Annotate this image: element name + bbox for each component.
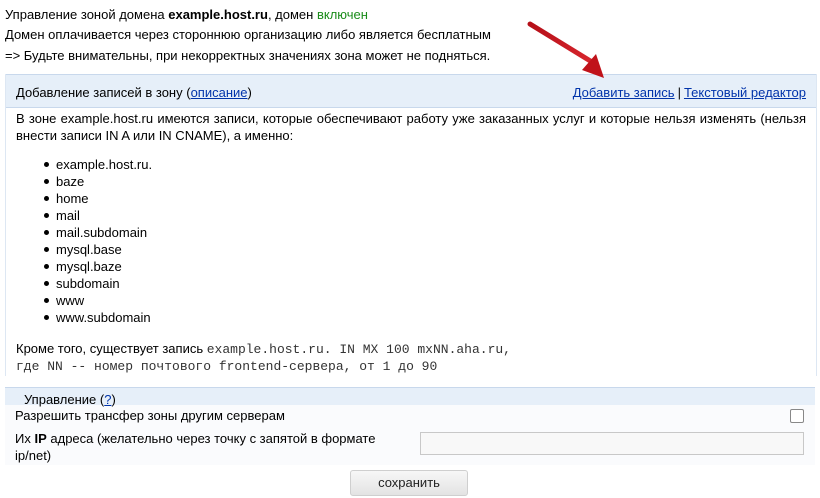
ip-label-prefix: Их xyxy=(15,431,31,446)
text-editor-link[interactable]: Текстовый редактор xyxy=(684,85,806,100)
list-item: baze xyxy=(39,173,152,190)
ip-label: Их IP адреса (желательно через точку с з… xyxy=(15,430,375,464)
ip-label-line2: ip/net) xyxy=(15,448,52,463)
mx-record-note: Кроме того, существует запись example.ho… xyxy=(16,340,511,375)
zone-transfer-label: Разрешить трансфер зоны другим серверам xyxy=(15,408,285,423)
status-prefix: , домен xyxy=(267,7,314,22)
link-separator: | xyxy=(677,85,681,100)
warning-note: => Будьте внимательны, при некорректных … xyxy=(5,48,491,63)
panel-title-text: Добавление записей в зону xyxy=(16,85,183,100)
save-button[interactable]: сохранить xyxy=(350,470,468,496)
list-item: mail xyxy=(39,207,152,224)
mx-record-explanation: где NN -- номер почтового frontend-серве… xyxy=(16,359,438,374)
add-records-header: Добавление записей в зону (описание) Доб… xyxy=(6,74,816,108)
ip-label-rest: адреса (желательно через точку с запятой… xyxy=(50,431,376,446)
list-item: www xyxy=(39,292,152,309)
list-item: mail.subdomain xyxy=(39,224,152,241)
ip-address-input[interactable] xyxy=(420,432,804,455)
zone-header: Управление зоной домена example.host.ru,… xyxy=(5,7,368,23)
zone-prefix: Управление зоной домена xyxy=(5,7,165,22)
mx-record: example.host.ru. IN MX 100 mxNN.aha.ru, xyxy=(206,342,511,357)
description-link[interactable]: описание xyxy=(191,85,248,100)
list-item: www.subdomain xyxy=(39,309,152,326)
domain-status: включен xyxy=(316,7,368,22)
ip-label-bold: IP xyxy=(34,431,47,446)
annotation-arrow-icon xyxy=(527,21,604,78)
list-item: home xyxy=(39,190,152,207)
add-records-panel: Добавление записей в зону (описание) Доб… xyxy=(5,74,817,376)
panel-title: Добавление записей в зону (описание) xyxy=(16,85,252,100)
zone-transfer-checkbox[interactable] xyxy=(790,409,804,423)
payment-note: Домен оплачивается через стороннюю орган… xyxy=(5,27,491,42)
reserved-hosts-list: example.host.ru. baze home mail mail.sub… xyxy=(39,156,152,326)
help-link[interactable]: ? xyxy=(104,392,111,407)
management-header: Управление (?) xyxy=(5,387,815,407)
management-title-text: Управление xyxy=(24,392,97,407)
list-item: example.host.ru. xyxy=(39,156,152,173)
management-title: Управление (?) xyxy=(24,392,116,407)
list-item: subdomain xyxy=(39,275,152,292)
list-item: mysql.baze xyxy=(39,258,152,275)
reserved-records-intro: В зоне example.host.ru имеются записи, к… xyxy=(16,111,806,143)
management-panel: Управление (?) Разрешить трансфер зоны д… xyxy=(5,387,815,465)
domain-name: example.host.ru xyxy=(168,7,268,22)
list-item: mysql.base xyxy=(39,241,152,258)
mx-record-prefix: Кроме того, существует запись xyxy=(16,341,204,356)
